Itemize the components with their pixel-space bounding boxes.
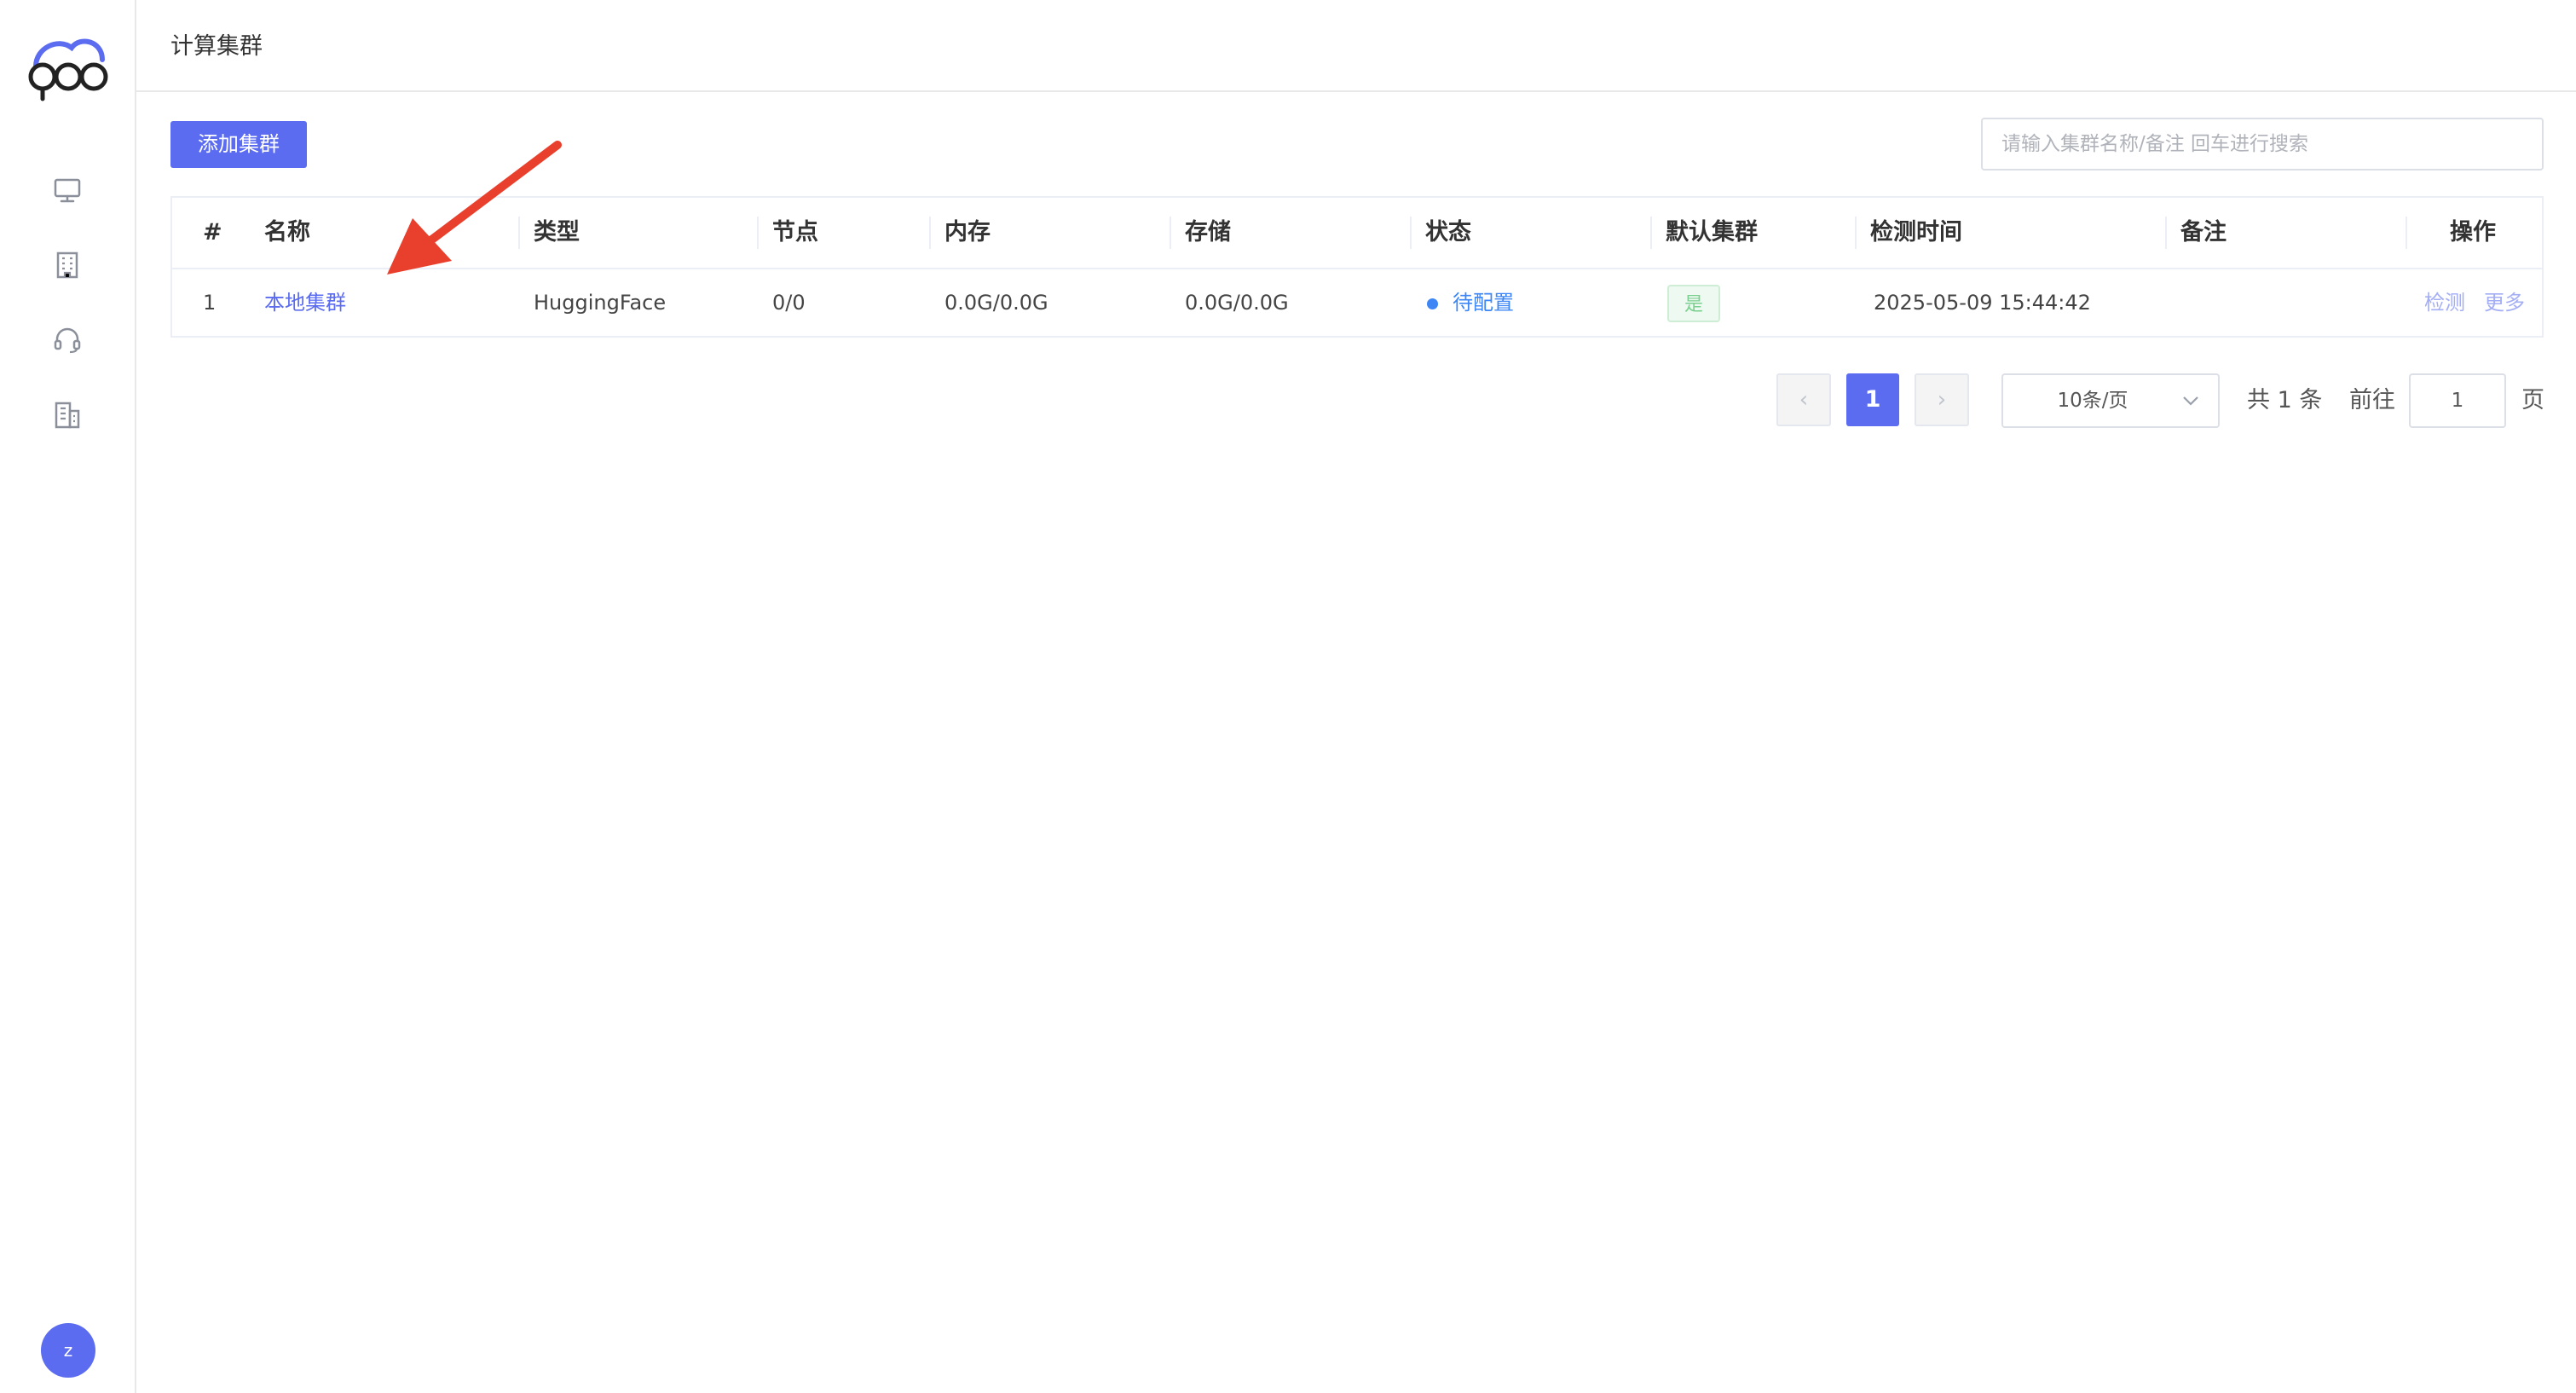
cell-checked-at: 2025-05-09 15:44:42 bbox=[1874, 291, 2091, 315]
page-1-button[interactable]: 1 bbox=[1846, 373, 1899, 426]
total-count: 共 1 条 bbox=[2247, 387, 2323, 413]
page-size-value: 10条/页 bbox=[2057, 390, 2128, 412]
prev-page-button[interactable]: ‹ bbox=[1776, 373, 1831, 426]
column-header-index: # bbox=[203, 219, 222, 246]
column-header-actions: 操作 bbox=[2450, 219, 2496, 246]
cell-memory: 0.0G/0.0G bbox=[944, 291, 1048, 315]
cluster-search-input[interactable] bbox=[1981, 118, 2544, 171]
app-root: z 计算集群 添加集群 # 名称 类型 节点 内存 存储 状态 默认集群 检测时… bbox=[0, 0, 2576, 1393]
logo bbox=[28, 38, 108, 101]
more-action-link[interactable]: 更多 bbox=[2484, 269, 2525, 336]
office-icon[interactable] bbox=[51, 399, 84, 431]
next-page-button[interactable]: › bbox=[1915, 373, 1969, 426]
sidebar: z bbox=[0, 0, 136, 1393]
column-header-remark: 备注 bbox=[2180, 219, 2227, 246]
monitor-icon[interactable] bbox=[51, 174, 84, 206]
goto-label: 前往 bbox=[2349, 387, 2395, 413]
column-header-status: 状态 bbox=[1425, 219, 1471, 246]
cell-type: HuggingFace bbox=[534, 291, 667, 315]
cell-nodes: 0/0 bbox=[772, 291, 806, 315]
cell-storage: 0.0G/0.0G bbox=[1185, 291, 1289, 315]
chevron-down-icon bbox=[2183, 396, 2198, 406]
table-header: # 名称 类型 节点 内存 存储 状态 默认集群 检测时间 备注 操作 bbox=[172, 198, 2542, 269]
status-text: 待配置 bbox=[1453, 291, 1514, 315]
add-cluster-button[interactable]: 添加集群 bbox=[170, 121, 307, 168]
user-avatar[interactable]: z bbox=[41, 1323, 95, 1378]
column-header-storage: 存储 bbox=[1185, 219, 1231, 246]
page-title: 计算集群 bbox=[170, 33, 263, 60]
page-size-select[interactable]: 10条/页 bbox=[2001, 373, 2220, 428]
check-action-link[interactable]: 检测 bbox=[2424, 269, 2465, 336]
cluster-table: # 名称 类型 节点 内存 存储 状态 默认集群 检测时间 备注 操作 1 本地… bbox=[170, 196, 2544, 338]
cluster-name-link[interactable]: 本地集群 bbox=[264, 269, 346, 336]
cell-index: 1 bbox=[203, 291, 217, 315]
column-header-nodes: 节点 bbox=[772, 219, 818, 246]
page-header: 计算集群 bbox=[136, 0, 2576, 92]
goto-page-input[interactable] bbox=[2409, 373, 2506, 428]
column-header-type: 类型 bbox=[534, 219, 580, 246]
headset-icon[interactable] bbox=[51, 324, 84, 356]
column-header-memory: 内存 bbox=[944, 219, 991, 246]
page-unit-label: 页 bbox=[2521, 387, 2544, 413]
column-header-name: 名称 bbox=[264, 219, 310, 246]
column-header-checked-at: 检测时间 bbox=[1870, 219, 1962, 246]
table-row: 1 本地集群 HuggingFace 0/0 0.0G/0.0G 0.0G/0.… bbox=[172, 269, 2542, 336]
column-header-default: 默认集群 bbox=[1666, 219, 1758, 246]
default-badge: 是 bbox=[1667, 285, 1720, 322]
status-dot-icon bbox=[1427, 298, 1438, 309]
building-icon[interactable] bbox=[51, 249, 84, 281]
